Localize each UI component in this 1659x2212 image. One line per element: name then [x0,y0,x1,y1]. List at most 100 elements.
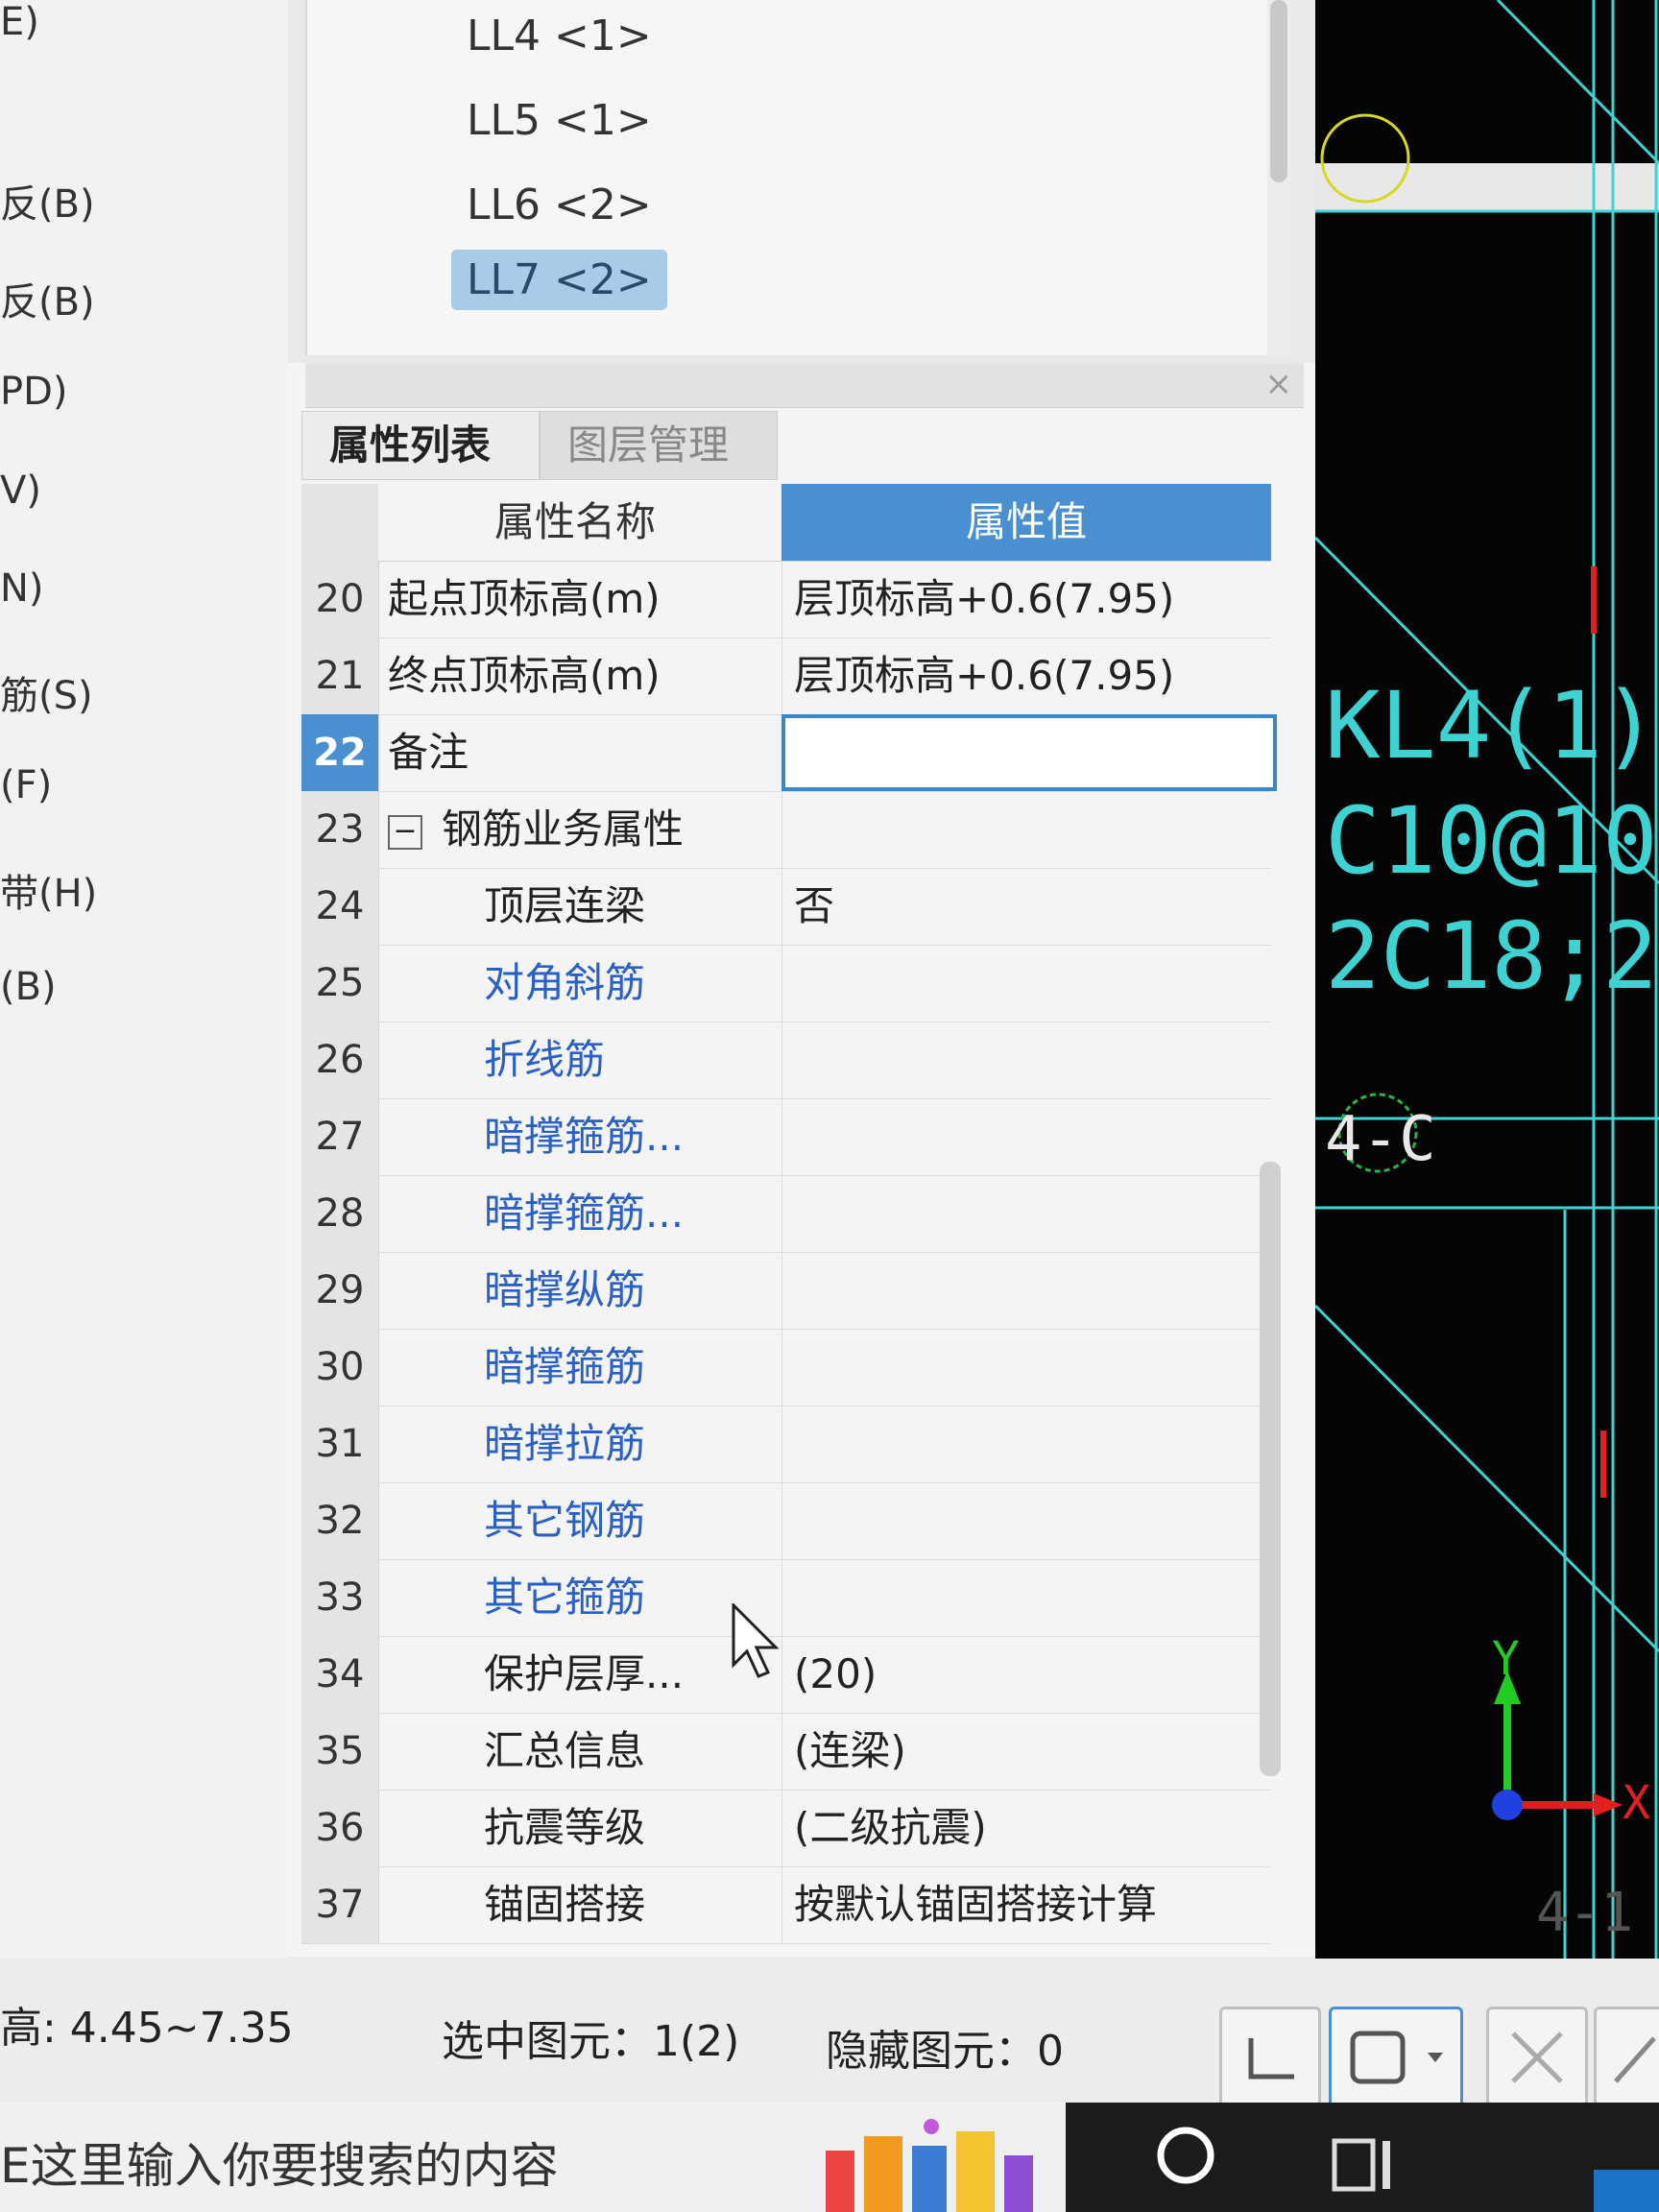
left-menu-item[interactable]: 带(H) [0,862,97,918]
property-name-link[interactable]: 暗撑箍筋... [388,1098,762,1175]
search-placeholder: E这里输入你要搜索的内容 [0,2138,559,2194]
component-list-item-selected[interactable]: LL7 <2> [451,250,667,310]
row-number: 21 [301,637,379,714]
property-value[interactable]: (连梁) [781,1713,1274,1790]
table-row[interactable]: 24 顶层连梁 否 [301,868,1271,946]
row-number: 37 [301,1866,379,1943]
table-row[interactable]: 20 起点顶标高(m) 层顶标高+0.6(7.95) [301,561,1271,638]
property-value[interactable] [781,1022,1274,1098]
table-row[interactable]: 27 暗撑箍筋... [301,1098,1271,1176]
property-name-link[interactable]: 暗撑箍筋 [388,1329,762,1406]
close-icon[interactable]: × [1265,365,1293,403]
property-value[interactable] [781,1329,1274,1406]
table-row[interactable]: 32 其它钢筋 [301,1482,1271,1560]
property-value[interactable] [781,1559,1274,1636]
row-number: 26 [301,1022,379,1098]
property-panel-titlebar: × [305,363,1304,408]
search-highlight-illustration-icon [826,2119,1033,2212]
property-name-link[interactable]: 暗撑箍筋... [388,1175,762,1252]
property-name-link[interactable]: 暗撑纵筋 [388,1252,762,1329]
property-name: 终点顶标高(m) [388,652,661,699]
table-row[interactable]: 31 暗撑拉筋 [301,1406,1271,1483]
corner-tool-button[interactable] [1219,2007,1321,2108]
table-row-group[interactable]: 23 − 钢筋业务属性 [301,791,1271,869]
left-menu-item[interactable]: PD) [0,370,68,414]
row-number: 31 [301,1406,379,1482]
table-row[interactable]: 28 暗撑箍筋... [301,1175,1271,1253]
hidden-elements-status: 隐藏图元：0 [826,2027,1064,2076]
component-list-item[interactable]: LL6 <2> [451,175,667,235]
selected-elements-status: 选中图元：1(2) [442,2017,740,2066]
component-list-item[interactable]: LL4 <1> [451,6,667,66]
cad-drawing-area[interactable]: KL4(1) 2 C10@100/ 2C18;2C2 4-C 4-1 Y X [1315,0,1659,1997]
property-value[interactable]: (20) [781,1636,1274,1713]
row-number: 33 [301,1559,379,1636]
row-number: 24 [301,868,379,945]
left-menu-item[interactable]: N) [0,566,44,611]
property-scrollbar[interactable] [1260,1162,1281,1776]
axis-label: 4-1 [1536,1882,1634,1944]
row-number: 25 [301,945,379,1022]
left-menu-item[interactable]: 反(B) [0,271,95,326]
property-value[interactable]: 层顶标高+0.6(7.95) [781,561,1274,637]
row-number: 23 [301,791,379,868]
property-name-link[interactable]: 其它箍筋 [388,1559,762,1636]
left-menu-item[interactable]: 筋(S) [0,664,93,720]
component-list-scrollbar[interactable] [1267,0,1290,355]
property-name-link[interactable]: 对角斜筋 [388,945,762,1022]
property-value[interactable] [781,945,1274,1022]
cortana-icon[interactable] [1152,2122,1219,2189]
left-menu-item[interactable]: V) [0,469,41,513]
property-name-link[interactable]: 折线筋 [388,1022,762,1098]
rebar-label: 2C18;2C2 [1325,902,1659,1010]
property-name-link[interactable]: 暗撑拉筋 [388,1406,762,1482]
mouse-cursor-icon [732,1603,780,1678]
taskbar: E这里输入你要搜索的内容 [0,2103,1659,2212]
row-number: 20 [301,561,379,637]
left-menu-item[interactable]: (F) [0,763,52,807]
property-value[interactable] [781,1252,1274,1329]
property-value[interactable] [781,1482,1274,1559]
table-row[interactable]: 35 汇总信息 (连梁) [301,1713,1271,1791]
property-value[interactable]: 按默认锚固搭接计算 [781,1866,1274,1943]
property-name: 汇总信息 [484,1727,646,1774]
remark-input[interactable] [781,714,1277,791]
rectangle-dropdown-button[interactable] [1329,2007,1463,2108]
left-menu-item[interactable]: (B) [0,965,57,1009]
group-label: 钢筋业务属性 [442,805,685,853]
component-list-item[interactable]: LL5 <1> [451,90,667,151]
property-value[interactable] [781,1406,1274,1482]
edit-tool-button[interactable] [1594,2007,1659,2108]
table-row[interactable]: 21 终点顶标高(m) 层顶标高+0.6(7.95) [301,637,1271,715]
table-row[interactable]: 25 对角斜筋 [301,945,1271,1022]
row-number: 36 [301,1790,379,1866]
scrollbar-thumb[interactable] [1270,0,1287,182]
left-menu-item[interactable]: 反(B) [0,173,95,228]
tab-properties[interactable]: 属性列表 [301,411,540,480]
property-value[interactable] [781,1175,1274,1252]
row-number: 27 [301,1098,379,1175]
row-number: 34 [301,1636,379,1713]
table-row-selected[interactable]: 22 备注 [301,714,1277,792]
beam-label: KL4(1) 2 [1325,672,1659,780]
property-name: 抗震等级 [484,1804,646,1851]
property-name-link[interactable]: 其它钢筋 [388,1482,762,1559]
property-value[interactable] [781,1098,1274,1175]
taskbar-app-icon[interactable] [1594,2170,1659,2212]
property-value[interactable]: 层顶标高+0.6(7.95) [781,637,1274,714]
x-axis-label: X [1623,1776,1650,1830]
header-name: 属性名称 [493,498,656,545]
cancel-selection-button[interactable] [1486,2007,1588,2108]
task-view-icon[interactable] [1325,2122,1411,2199]
table-row[interactable]: 36 抗震等级 (二级抗震) [301,1790,1271,1867]
property-value[interactable]: (二级抗震) [781,1790,1274,1866]
table-row[interactable]: 37 锚固搭接 按默认锚固搭接计算 [301,1866,1271,1944]
table-row[interactable]: 30 暗撑箍筋 [301,1329,1271,1407]
collapse-icon[interactable]: − [388,814,422,850]
table-row[interactable]: 29 暗撑纵筋 [301,1252,1271,1330]
tab-layers[interactable]: 图层管理 [540,411,778,480]
y-axis-label: Y [1492,1632,1520,1686]
left-menu-item[interactable]: E) [0,0,39,44]
property-value[interactable]: 否 [781,868,1274,945]
table-row[interactable]: 26 折线筋 [301,1022,1271,1099]
